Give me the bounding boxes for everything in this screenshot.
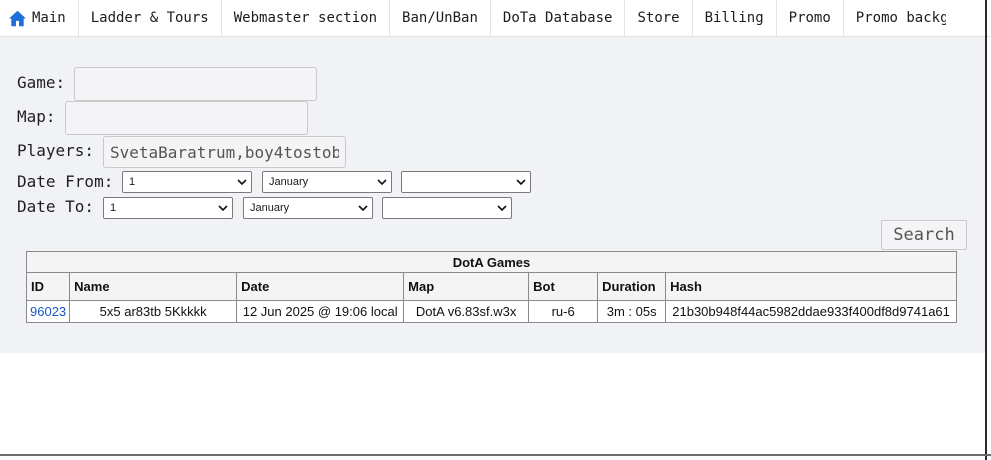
chevron-down-icon [377,179,387,185]
nav-billing[interactable]: Billing [693,0,777,36]
table-row: 96023 5x5 ar83tb 5Kkkkk 12 Jun 2025 @ 19… [25,300,957,323]
cell-date: 12 Jun 2025 @ 19:06 local [236,300,405,323]
nav-billing-label: Billing [704,10,764,26]
cell-id: 96023 [25,300,71,323]
top-nav: Main Ladder & Tours Webmaster section Ba… [0,0,991,37]
date-to-month-value: January [250,202,290,214]
table-header-row: ID Name Date Map Bot Duration Hash [25,272,957,301]
home-icon [9,10,26,26]
col-header-duration: Duration [597,272,667,301]
nav-main[interactable]: Main [0,0,79,36]
nav-main-label: Main [32,10,66,26]
chevron-down-icon [497,205,507,211]
search-button[interactable]: Search [881,220,967,250]
table-title: DotA Games [26,251,957,273]
date-to-label: Date To: [17,197,95,216]
date-from-day-select[interactable]: 1 [122,171,252,193]
nav-webmaster-section-label: Webmaster section [233,10,378,26]
date-from-year-select[interactable] [401,171,531,193]
col-header-hash: Hash [665,272,957,301]
date-to-month-select[interactable]: January [243,197,373,219]
date-to-day-select[interactable]: 1 [103,197,233,219]
cell-name: 5x5 ar83tb 5Kkkkk [69,300,238,323]
nav-store[interactable]: Store [625,0,693,36]
game-id-link[interactable]: 96023 [30,304,66,319]
nav-dota-database[interactable]: DoTa Database [491,0,626,36]
map-input[interactable] [65,101,308,135]
chevron-down-icon [237,179,247,185]
nav-webmaster-section[interactable]: Webmaster section [222,0,391,36]
nav-ban-unban[interactable]: Ban/UnBan [390,0,491,36]
cell-map: DotA v6.83sf.w3x [403,300,530,323]
nav-dota-database-label: DoTa Database [502,10,613,26]
games-table: DotA Games ID Name Date Map Bot Duration… [25,251,957,323]
window-edge-bottom [0,454,991,456]
cell-duration: 3m : 05s [597,300,667,323]
chevron-down-icon [358,205,368,211]
col-header-name: Name [69,272,238,301]
date-from-day-value: 1 [129,176,136,188]
date-from-month-select[interactable]: January [262,171,392,193]
nav-ban-unban-label: Ban/UnBan [402,10,478,26]
table-title-row: DotA Games [26,251,957,273]
game-input[interactable] [74,67,317,101]
players-input[interactable] [103,136,346,168]
col-header-id: ID [25,272,71,301]
date-to-day-value: 1 [110,202,117,214]
chevron-down-icon [218,205,228,211]
col-header-date: Date [236,272,405,301]
nav-store-label: Store [637,10,680,26]
nav-ladder-tours-label: Ladder & Tours [90,10,209,26]
cell-hash: 21b30b948f44ac5982ddae933f400df8d9741a61 [665,300,957,323]
nav-ladder-tours[interactable]: Ladder & Tours [79,0,222,36]
game-label: Game: [17,73,66,92]
window-edge-right [985,0,987,460]
map-label: Map: [17,107,56,126]
col-header-map: Map [403,272,530,301]
nav-promo[interactable]: Promo [777,0,844,36]
cell-bot: ru-6 [528,300,599,323]
date-from-month-value: January [269,176,309,188]
players-label: Players: [17,141,95,160]
chevron-down-icon [516,179,526,185]
date-to-year-select[interactable] [382,197,512,219]
col-header-bot: Bot [528,272,599,301]
nav-promo-label: Promo [788,10,831,26]
date-from-label: Date From: [17,172,114,191]
